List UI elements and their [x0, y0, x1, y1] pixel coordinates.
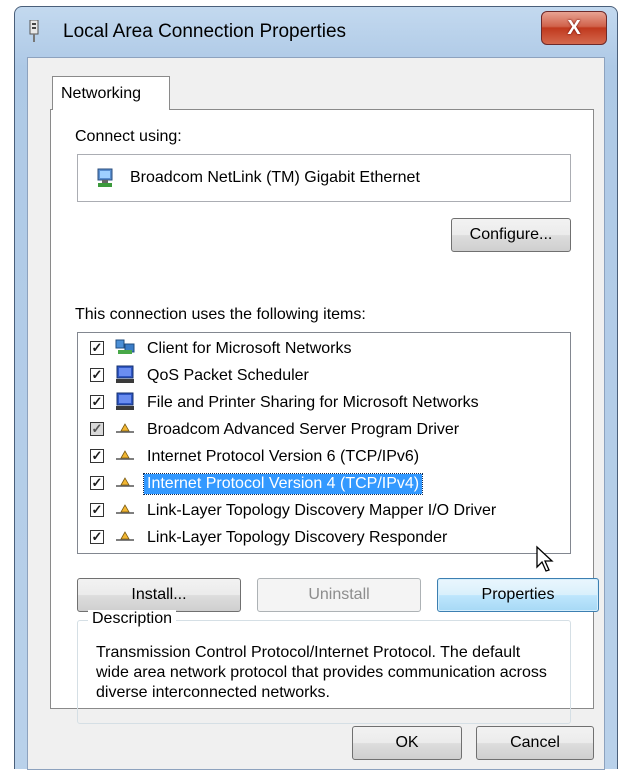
protocol-icon — [116, 450, 134, 460]
list-item-selected[interactable]: ✓ Internet Protocol Version 4 (TCP/IPv4) — [78, 470, 568, 497]
item-label: File and Printer Sharing for Microsoft N… — [147, 394, 479, 411]
adapter-display: Broadcom NetLink (TM) Gigabit Ethernet — [77, 154, 571, 202]
description-group: Description Transmission Control Protoco… — [77, 610, 571, 724]
item-label: Client for Microsoft Networks — [147, 340, 352, 357]
item-checkbox[interactable]: ✓ — [90, 530, 104, 544]
uninstall-button[interactable]: Uninstall — [257, 578, 421, 612]
properties-window: Local Area Connection Properties X Netwo… — [14, 6, 618, 770]
connect-using-label: Connect using: — [75, 128, 182, 145]
cancel-button-label: Cancel — [510, 734, 560, 751]
list-item[interactable]: ✓ Internet Protocol Version 6 (TCP/IPv6) — [78, 443, 568, 470]
protocol-icon — [116, 423, 134, 433]
item-checkbox[interactable]: ✓ — [90, 368, 104, 382]
configure-button-label: Configure... — [469, 226, 553, 243]
tab-networking[interactable]: Networking — [52, 76, 170, 110]
item-label: Link-Layer Topology Discovery Responder — [147, 529, 448, 546]
properties-button-label: Properties — [481, 586, 555, 603]
item-label: Link-Layer Topology Discovery Mapper I/O… — [147, 502, 497, 519]
ok-button-label: OK — [395, 734, 419, 751]
list-item[interactable]: ✓ Broadcom Advanced Server Program Drive… — [78, 416, 568, 443]
tab-networking-label: Networking — [61, 85, 142, 102]
cancel-button[interactable]: Cancel — [476, 726, 594, 760]
protocol-icon — [116, 504, 134, 514]
components-list[interactable]: ✓ Client for Microsoft Networks ✓ QoS Pa… — [77, 332, 571, 554]
item-checkbox[interactable]: ✓ — [90, 422, 104, 436]
list-item[interactable]: ✓ Client for Microsoft Networks — [78, 335, 568, 362]
mouse-pointer-icon — [536, 545, 554, 572]
list-item[interactable]: ✓ File and Printer Sharing for Microsoft… — [78, 389, 568, 416]
configure-button[interactable]: Configure... — [451, 218, 571, 252]
install-button[interactable]: Install... — [77, 578, 241, 612]
close-icon: X — [567, 16, 581, 39]
items-section-label: This connection uses the following items… — [75, 306, 366, 323]
service-icon — [116, 392, 134, 410]
item-label: Internet Protocol Version 4 (TCP/IPv4) — [142, 473, 424, 495]
description-text: Transmission Control Protocol/Internet P… — [96, 644, 547, 701]
item-label: QoS Packet Scheduler — [147, 367, 309, 384]
list-item[interactable]: ✓ Link-Layer Topology Discovery Mapper I… — [78, 497, 568, 524]
protocol-icon — [116, 477, 134, 487]
close-button[interactable]: X — [541, 11, 607, 45]
item-checkbox[interactable]: ✓ — [90, 395, 104, 409]
item-checkbox[interactable]: ✓ — [90, 341, 104, 355]
ok-button[interactable]: OK — [352, 726, 462, 760]
network-client-icon — [115, 339, 135, 354]
title-bar[interactable]: Local Area Connection Properties X — [15, 7, 617, 57]
uninstall-button-label: Uninstall — [308, 586, 370, 603]
service-icon — [116, 365, 134, 383]
list-item[interactable]: ✓ Link-Layer Topology Discovery Responde… — [78, 524, 568, 551]
properties-button[interactable]: Properties — [437, 578, 599, 612]
network-connection-icon — [29, 20, 39, 42]
protocol-icon — [116, 531, 134, 541]
networking-panel: Connect using: Broadcom NetLink (TM) Gig… — [50, 109, 599, 724]
description-legend: Description — [88, 610, 177, 628]
item-label: Broadcom Advanced Server Program Driver — [147, 421, 460, 438]
item-checkbox[interactable]: ✓ — [90, 503, 104, 517]
item-checkbox[interactable]: ✓ — [90, 449, 104, 463]
list-item[interactable]: ✓ QoS Packet Scheduler — [78, 362, 568, 389]
adapter-name: Broadcom NetLink (TM) Gigabit Ethernet — [130, 169, 420, 186]
install-button-label: Install... — [131, 586, 187, 603]
window-title: Local Area Connection Properties — [63, 21, 347, 42]
network-adapter-icon — [97, 168, 113, 187]
dialog-client-area: Networking Connect using: Broadcom NetLi… — [27, 57, 605, 770]
item-label: Internet Protocol Version 6 (TCP/IPv6) — [147, 448, 420, 465]
item-checkbox[interactable]: ✓ — [90, 476, 104, 490]
